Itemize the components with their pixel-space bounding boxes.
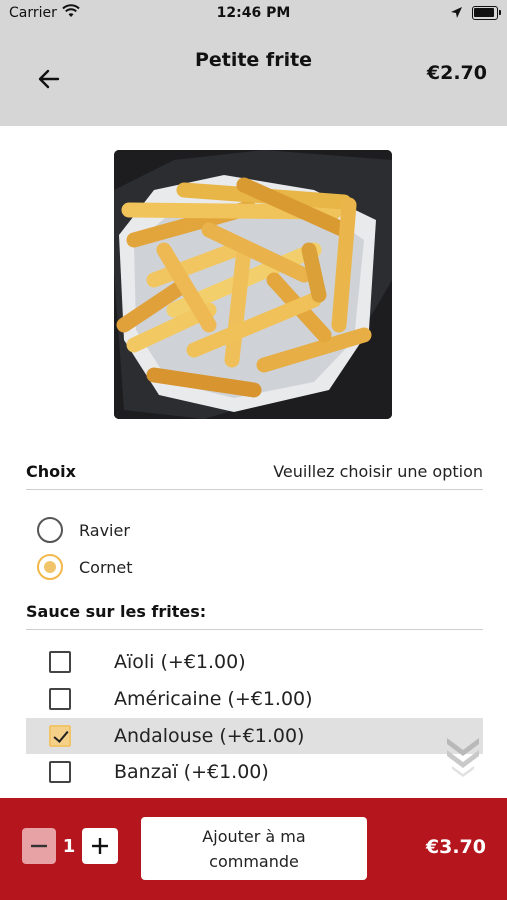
- sauce-option-aioli[interactable]: Aïoli (+€1.00): [26, 644, 483, 680]
- choice-section-header: Choix Veuillez choisir une option: [26, 452, 483, 490]
- radio-option-label: Cornet: [79, 557, 133, 577]
- add-to-order-button[interactable]: Ajouter à ma commande: [141, 817, 367, 880]
- product-image: [114, 150, 392, 419]
- choice-section-hint: Veuillez choisir une option: [273, 462, 483, 481]
- quantity-decrease-button[interactable]: [22, 828, 56, 864]
- sauce-option-label: Andalouse (+€1.00): [114, 725, 305, 747]
- checkbox[interactable]: [49, 651, 71, 673]
- scroll-down-chevron-icon[interactable]: [444, 734, 482, 778]
- radio-option-label: Ravier: [79, 520, 130, 540]
- choice-section-label: Choix: [26, 462, 76, 481]
- minus-icon: [31, 844, 47, 848]
- quantity-value: 1: [62, 836, 76, 857]
- sauce-section-label: Sauce sur les frites:: [26, 602, 207, 621]
- sauce-option-label: Banzaï (+€1.00): [114, 761, 269, 783]
- battery-icon: [472, 6, 501, 20]
- checkbox[interactable]: [49, 688, 71, 710]
- plus-icon: [92, 838, 108, 854]
- status-time: 12:46 PM: [216, 5, 291, 21]
- sauce-option-andalouse[interactable]: Andalouse (+€1.00): [26, 718, 483, 754]
- checkbox-checked[interactable]: [49, 725, 71, 747]
- radio-button-selected[interactable]: [37, 554, 63, 580]
- total-price: €3.70: [425, 836, 486, 858]
- sauce-section-header: Sauce sur les frites:: [26, 592, 483, 630]
- page-title: Petite frite: [194, 49, 313, 71]
- status-bar: Carrier 12:46 PM: [0, 0, 507, 28]
- sauce-option-label: Américaine (+€1.00): [114, 688, 313, 710]
- back-button[interactable]: [34, 64, 64, 94]
- order-footer: 1 Ajouter à ma commande €3.70: [0, 798, 507, 900]
- base-price: €2.70: [426, 62, 487, 84]
- header: Petite frite €2.70: [0, 28, 507, 126]
- radio-option-ravier[interactable]: Ravier: [37, 515, 130, 545]
- location-arrow-icon: [450, 6, 463, 23]
- radio-button[interactable]: [37, 517, 63, 543]
- sauce-option-americaine[interactable]: Américaine (+€1.00): [26, 681, 483, 717]
- back-arrow-icon: [38, 69, 60, 89]
- sauce-option-banzai[interactable]: Banzaï (+€1.00): [26, 754, 483, 790]
- quantity-increase-button[interactable]: [82, 828, 118, 864]
- checkbox[interactable]: [49, 761, 71, 783]
- sauce-option-label: Aïoli (+€1.00): [114, 651, 246, 673]
- radio-option-cornet[interactable]: Cornet: [37, 552, 133, 582]
